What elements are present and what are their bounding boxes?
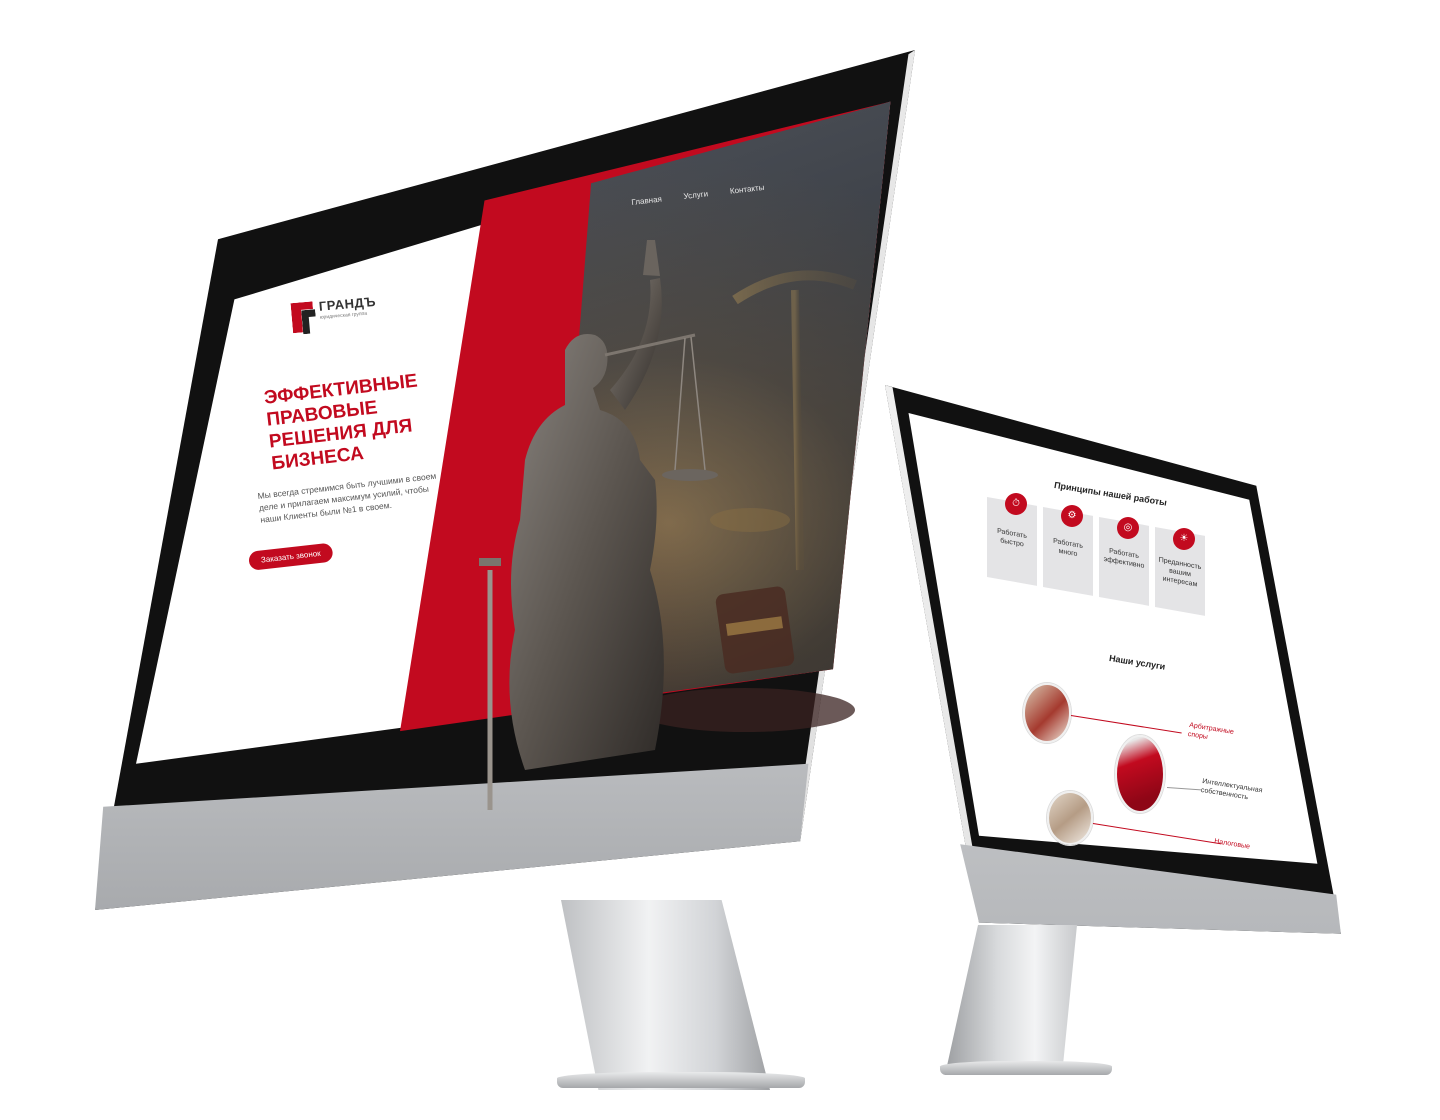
- desktop-stand: [561, 900, 770, 1090]
- secondary-base: [940, 1061, 1112, 1075]
- logo-mark-dark-icon: [301, 309, 317, 334]
- desktop-monitor: ГРАНДЪ юридическая группа Главная Услуги…: [95, 50, 915, 1090]
- sun-icon: ☀: [1173, 528, 1195, 550]
- target-icon: ◎: [1117, 517, 1139, 539]
- stopwatch-icon: ⏱: [1005, 493, 1027, 515]
- desktop-base: [557, 1072, 805, 1088]
- secondary-monitor: Принципы нашей работы ⏱ ⚙ ◎ ☀ Работать б…: [885, 385, 1355, 1105]
- mockup-scene: ГРАНДЪ юридическая группа Главная Услуги…: [0, 0, 1440, 1120]
- service-image-ip[interactable]: [1115, 735, 1165, 813]
- service-image-tax[interactable]: [1047, 791, 1093, 845]
- justice-statue-illustration: [479, 240, 857, 810]
- secondary-stand: [945, 925, 1077, 1075]
- gear-icon: ⚙: [1061, 505, 1083, 527]
- service-image-arbitration[interactable]: [1023, 683, 1071, 743]
